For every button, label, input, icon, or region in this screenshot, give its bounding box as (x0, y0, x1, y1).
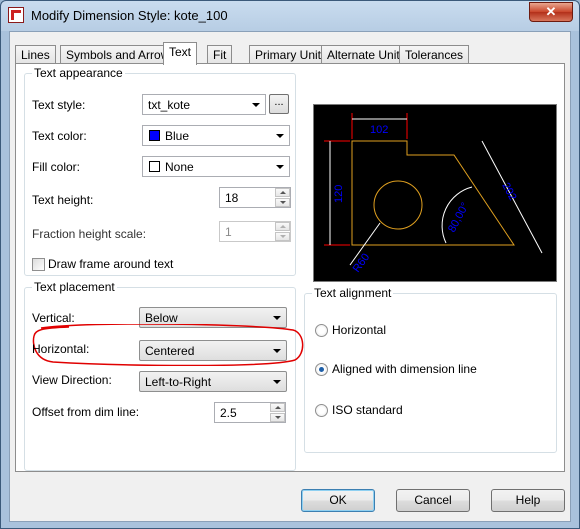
draw-frame-label[interactable]: Draw frame around text (48, 257, 173, 271)
dialog-client: Lines Symbols and Arrows Text Fit Primar… (9, 31, 571, 522)
spinner-buttons[interactable] (275, 188, 290, 207)
radio-horizontal-label[interactable]: Horizontal (332, 323, 386, 337)
text-height-value: 18 (225, 191, 239, 205)
text-alignment-legend: Text alignment (314, 286, 392, 300)
spinner-buttons[interactable] (270, 403, 285, 422)
vertical-label: Vertical: (32, 311, 75, 325)
dim-text-120: 120 (333, 185, 345, 203)
text-style-value: txt_kote (148, 98, 191, 112)
tab-fit[interactable]: Fit (207, 45, 233, 64)
close-button[interactable]: ✕ (529, 2, 573, 22)
spin-up-icon[interactable] (270, 403, 285, 412)
text-color-label: Text color: (32, 129, 87, 143)
dim-text-102: 102 (370, 124, 388, 136)
spinner-buttons (275, 222, 290, 241)
fill-color-dropdown[interactable]: None (142, 156, 290, 177)
autocad-app-icon (8, 7, 24, 23)
preview-drawing: 102 120 202 R60 80,00° (324, 113, 543, 275)
chevron-down-icon (276, 134, 284, 138)
radio-iso-label[interactable]: ISO standard (332, 403, 403, 417)
text-style-dropdown[interactable]: txt_kote (142, 94, 266, 115)
radio-aligned[interactable] (315, 363, 328, 376)
dim-text-angle: 80,00° (446, 201, 472, 235)
vertical-value: Below (145, 311, 178, 325)
horizontal-label: Horizontal: (32, 342, 90, 356)
text-color-dropdown[interactable]: Blue (142, 125, 290, 146)
radio-aligned-label[interactable]: Aligned with dimension line (332, 362, 477, 376)
window-title: Modify Dimension Style: kote_100 (31, 8, 228, 23)
fraction-height-spinner: 1 (219, 221, 291, 242)
radio-horizontal[interactable] (315, 324, 328, 337)
text-placement-legend: Text placement (34, 280, 115, 294)
fraction-height-label: Fraction height scale: (32, 227, 147, 241)
view-direction-value: Left-to-Right (145, 375, 212, 389)
dimension-preview: 102 120 202 R60 80,00° (313, 104, 557, 282)
tab-text[interactable]: Text (163, 42, 198, 65)
empty-swatch-icon (149, 161, 160, 172)
dialog-window: Modify Dimension Style: kote_100 ✕ Lines… (0, 0, 580, 529)
offset-label: Offset from dim line: (32, 405, 140, 419)
spin-down-icon[interactable] (270, 413, 285, 422)
part-outline (351, 140, 515, 246)
chevron-down-icon (273, 316, 281, 320)
help-button[interactable]: Help (491, 489, 565, 512)
view-direction-label: View Direction: (32, 373, 112, 387)
dim-text-r60: R60 (351, 251, 373, 274)
text-color-value: Blue (165, 129, 190, 143)
color-swatch-icon (149, 130, 160, 141)
text-style-label: Text style: (32, 98, 86, 112)
spin-down-icon[interactable] (275, 198, 290, 207)
horizontal-dropdown[interactable]: Centered (139, 340, 287, 361)
view-direction-dropdown[interactable]: Left-to-Right (139, 371, 287, 392)
chevron-down-icon (276, 165, 284, 169)
text-height-spinner[interactable]: 18 (219, 187, 291, 208)
chevron-down-icon (273, 349, 281, 353)
radio-iso[interactable] (315, 404, 328, 417)
spin-up-icon[interactable] (275, 188, 290, 197)
cancel-button[interactable]: Cancel (396, 489, 470, 512)
text-style-browse-button[interactable]: ... (269, 94, 289, 114)
vertical-dropdown[interactable]: Below (139, 307, 287, 328)
tab-lines[interactable]: Lines (15, 45, 56, 64)
dim-text-202: 202 (499, 181, 518, 203)
offset-value: 2.5 (220, 406, 237, 420)
spin-up-icon (275, 222, 290, 231)
chevron-down-icon (252, 103, 260, 107)
title-bar[interactable]: Modify Dimension Style: kote_100 ✕ (1, 1, 579, 31)
fill-color-label: Fill color: (32, 160, 81, 174)
offset-spinner[interactable]: 2.5 (214, 402, 286, 423)
text-tab-panel: Text appearance Text style: txt_kote ...… (15, 63, 565, 472)
part-circle (373, 180, 423, 230)
fraction-height-value: 1 (225, 225, 232, 239)
tab-tolerances[interactable]: Tolerances (399, 45, 470, 64)
draw-frame-checkbox[interactable] (32, 258, 45, 271)
text-appearance-legend: Text appearance (34, 66, 123, 80)
horizontal-value: Centered (145, 344, 195, 358)
chevron-down-icon (273, 380, 281, 384)
fill-color-value: None (165, 160, 194, 174)
text-height-label: Text height: (32, 193, 94, 207)
spin-down-icon (275, 232, 290, 241)
ok-button[interactable]: OK (301, 489, 375, 512)
